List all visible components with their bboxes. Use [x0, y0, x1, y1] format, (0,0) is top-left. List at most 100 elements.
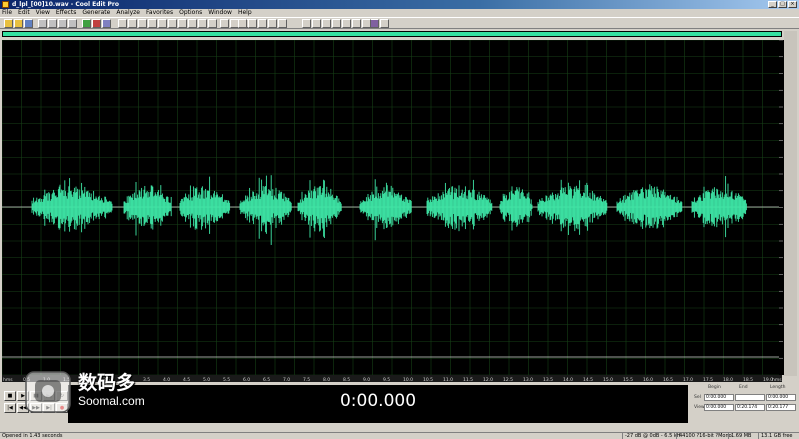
- toolbar-button-icon[interactable]: [178, 19, 187, 28]
- cursor-icon[interactable]: [220, 19, 229, 28]
- timeline-label: 16.0: [643, 377, 653, 382]
- toolbar-button-icon[interactable]: [312, 19, 321, 28]
- menu-options[interactable]: Options: [179, 9, 202, 17]
- toolbar-button-icon[interactable]: [148, 19, 157, 28]
- view-length-field[interactable]: 0:20.177: [766, 404, 796, 411]
- title-bar: d_lpl_[00]10.wav - Cool Edit Pro _ □ ×: [0, 0, 799, 9]
- timeline-label: 5.5: [223, 377, 230, 382]
- view-begin-field[interactable]: 0:00.000: [704, 404, 734, 411]
- save-icon[interactable]: [24, 19, 33, 28]
- new-icon[interactable]: [4, 19, 13, 28]
- timeline-label: 17.5: [703, 377, 713, 382]
- stop-button[interactable]: ■: [4, 391, 16, 401]
- open-icon[interactable]: [14, 19, 23, 28]
- timeline-label: 7.5: [303, 377, 310, 382]
- timeline-label: 15.0: [603, 377, 613, 382]
- timeline-label: 9.5: [383, 377, 390, 382]
- toolbar-button-icon[interactable]: [362, 19, 371, 28]
- multitrack-icon[interactable]: [370, 19, 379, 28]
- cd-icon[interactable]: [380, 19, 389, 28]
- toolbar-button-icon[interactable]: [128, 19, 137, 28]
- go-start-button[interactable]: |◀: [4, 403, 16, 413]
- toolbar-button-icon[interactable]: [168, 19, 177, 28]
- timeline-label: 11.5: [463, 377, 473, 382]
- timeline-label: 7.0: [283, 377, 290, 382]
- menu-window[interactable]: Window: [208, 9, 232, 17]
- vertical-zoom-scrollbar[interactable]: [784, 31, 797, 376]
- sel-begin-field[interactable]: 0:00.000: [704, 394, 734, 401]
- waveform-display[interactable]: [1, 39, 783, 376]
- paste-icon[interactable]: [58, 19, 67, 28]
- toolbar-button-icon[interactable]: [302, 19, 311, 28]
- selection-panel: Begin End Length Sel View 0:00.000 0:00.…: [692, 385, 796, 423]
- toolbar-button-icon[interactable]: [118, 19, 127, 28]
- toolbar-button-icon[interactable]: [248, 19, 257, 28]
- toolbar-button-icon[interactable]: [158, 19, 167, 28]
- toolbar-button-icon[interactable]: [352, 19, 361, 28]
- close-button[interactable]: ×: [788, 1, 797, 8]
- menu-effects[interactable]: Effects: [56, 9, 76, 17]
- status-free: 13.1 GB free: [758, 433, 792, 439]
- toolbar-button-icon[interactable]: [198, 19, 207, 28]
- timeline-label: 4.5: [183, 377, 190, 382]
- timeline-label: 6.0: [243, 377, 250, 382]
- timeline-label: 5.0: [203, 377, 210, 382]
- overview-range[interactable]: [3, 32, 781, 36]
- settings-icon[interactable]: [102, 19, 111, 28]
- toolbar-button-icon[interactable]: [332, 19, 341, 28]
- timeline-label: 13.0: [523, 377, 533, 382]
- menu-analyze[interactable]: Analyze: [116, 9, 140, 17]
- menu-help[interactable]: Help: [238, 9, 252, 17]
- timeline-label: hms: [3, 377, 13, 382]
- header-begin: Begin: [708, 385, 721, 390]
- toolbar-button-icon[interactable]: [208, 19, 217, 28]
- maximize-button[interactable]: □: [778, 1, 787, 8]
- watermark-emblem: [25, 371, 71, 413]
- toolbar-button-icon[interactable]: [258, 19, 267, 28]
- cut-icon[interactable]: [38, 19, 47, 28]
- app-icon[interactable]: [2, 1, 9, 8]
- copy-icon[interactable]: [48, 19, 57, 28]
- timeline-label: 8.5: [343, 377, 350, 382]
- spectral-icon[interactable]: [92, 19, 101, 28]
- minimize-button[interactable]: _: [768, 1, 777, 8]
- menu-file[interactable]: File: [2, 9, 12, 17]
- timeline-label: 10.0: [403, 377, 413, 382]
- status-size: 1.69 MB: [728, 433, 751, 439]
- toolbar-button-icon[interactable]: [138, 19, 147, 28]
- timeline-label: 9.0: [363, 377, 370, 382]
- header-end: End: [739, 385, 748, 390]
- menu-edit[interactable]: Edit: [18, 9, 30, 17]
- status-db: -27 dB @ 0dB - 6.5 kH: [622, 433, 681, 439]
- toolbar-button-icon[interactable]: [238, 19, 247, 28]
- menu-generate[interactable]: Generate: [82, 9, 110, 17]
- timeline-label: 12.5: [503, 377, 513, 382]
- menu-favorites[interactable]: Favorites: [146, 9, 173, 17]
- timeline-label: 10.5: [423, 377, 433, 382]
- toolbar: [0, 17, 799, 29]
- toolbar-button-icon[interactable]: [188, 19, 197, 28]
- timeline-label: hms: [772, 377, 782, 382]
- toolbar-button-icon[interactable]: [268, 19, 277, 28]
- timeline-label: 14.5: [583, 377, 593, 382]
- view-end-field[interactable]: 0:20.174: [735, 404, 765, 411]
- overview-bar[interactable]: [2, 31, 782, 37]
- timeline-label: 6.5: [263, 377, 270, 382]
- toolbar-button-icon[interactable]: [322, 19, 331, 28]
- waveform-svg[interactable]: [1, 39, 783, 376]
- timeline-label: 11.0: [443, 377, 453, 382]
- timeline-label: 13.5: [543, 377, 553, 382]
- sel-length-field[interactable]: 0:00.000: [766, 394, 796, 401]
- row-label-sel: Sel: [694, 395, 701, 400]
- mix-paste-icon[interactable]: [68, 19, 77, 28]
- menu-view[interactable]: View: [36, 9, 50, 17]
- header-length: Length: [770, 385, 786, 390]
- sel-end-field[interactable]: [735, 394, 765, 401]
- watermark-cn: 数码多: [78, 372, 136, 394]
- timeline-label: 18.0: [723, 377, 733, 382]
- zoom-icon[interactable]: [82, 19, 91, 28]
- window-title: d_lpl_[00]10.wav - Cool Edit Pro: [12, 1, 120, 8]
- toolbar-button-icon[interactable]: [342, 19, 351, 28]
- timeline-label: 14.0: [563, 377, 573, 382]
- toolbar-button-icon[interactable]: [278, 19, 287, 28]
